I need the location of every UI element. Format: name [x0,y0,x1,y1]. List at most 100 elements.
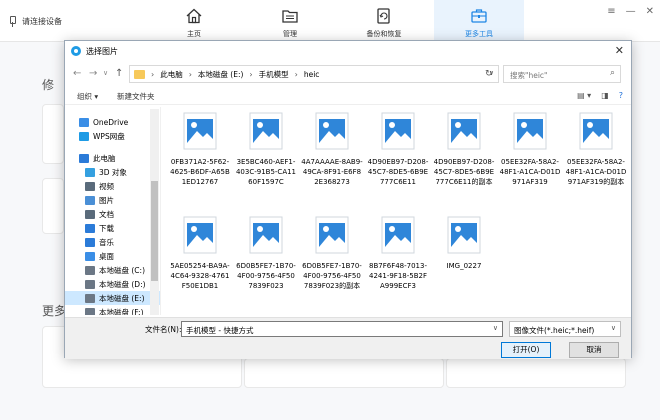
file-name: 4A7AAAAE-8AB9-49CA-8F91-E6F82E368273 [301,158,363,186]
nav-pane-item-label: 本地磁盘 (F:) [99,307,144,316]
app-header: 请连接设备 主页 管理 备份和恢复 更多工具 ≡ — ✕ [0,0,660,42]
filetype-select[interactable]: 图像文件(*.heic;*.heif) ∨ [509,321,621,337]
nav-pane-item[interactable]: 文档 [65,207,160,221]
image-file-icon [315,216,349,254]
nav-pane-item-label: 本地磁盘 (E:) [99,293,145,303]
cloud-icon [79,131,89,141]
nav-pane-item[interactable]: 本地磁盘 (D:) [65,277,160,291]
close-icon[interactable]: ✕ [646,6,654,17]
up-folder-icon[interactable]: ↑ [115,68,123,79]
breadcrumb-item[interactable]: 本地磁盘 (E:) [198,69,244,80]
image-file-icon [579,112,613,150]
recent-locations-icon[interactable]: ∨ [103,69,108,77]
nav-pane-item[interactable]: 3D 对象 [65,165,160,179]
menu-icon[interactable]: ≡ [607,6,615,17]
dialog-footer: 文件名(N): 手机模型 - 快捷方式 ∨ 图像文件(*.heic;*.heif… [65,317,631,359]
nav-pane-item[interactable]: 此电脑 [65,151,160,165]
filename-input[interactable]: 手机模型 - 快捷方式 ∨ [181,321,503,337]
tool-card[interactable] [244,358,444,388]
nav-pane-item[interactable]: WPS网盘 [65,129,160,143]
forward-icon[interactable]: → [89,68,97,79]
new-folder-button[interactable]: 新建文件夹 [117,91,155,102]
nav-pane-item[interactable]: 视频 [65,179,160,193]
filetype-value: 图像文件(*.heic;*.heif) [514,326,595,335]
file-item[interactable]: 6D0B5FE7-1B70-4F00-9756-4F507839F023的副本 [301,215,363,291]
filename-dropdown-icon[interactable]: ∨ [493,324,498,332]
breadcrumb-separator: › [249,69,253,79]
breadcrumb-item[interactable]: 此电脑 [160,69,183,80]
nav-more-tools[interactable]: 更多工具 [434,0,524,42]
organize-button[interactable]: 组织 ▾ [77,91,98,102]
app-logo-icon [71,46,81,56]
preview-pane-icon[interactable]: ◨ [601,91,609,100]
desktop-icon [85,251,95,261]
nav-more-tools-label: 更多工具 [465,30,493,38]
help-icon[interactable]: ? [619,91,623,100]
drive-icon [85,293,95,303]
file-item[interactable]: 3E5BC460-AEF1-403C-91B5-CA1160F1597C [235,111,297,187]
view-options-icon[interactable]: ▤ ▾ [577,91,591,100]
nav-pane-item[interactable]: 下载 [65,221,160,235]
search-input[interactable]: 搜索"heic" ⌕ [503,65,621,83]
file-item[interactable]: 6D0B5FE7-1B70-4F00-9756-4F507839F023 [235,215,297,291]
nav-home[interactable]: 主页 [162,0,226,42]
file-item[interactable]: 4A7AAAAE-8AB9-49CA-8F91-E6F82E368273 [301,111,363,187]
nav-pane-item[interactable]: 图片 [65,193,160,207]
cancel-button[interactable]: 取消 [569,342,619,358]
nav-manage-label: 管理 [283,30,297,38]
file-item[interactable]: 4D90EB97-D208-45C7-8DE5-6B9E777C6E11 [367,111,429,187]
open-button[interactable]: 打开(O) [501,342,551,358]
nav-backup[interactable]: 备份和恢复 [352,0,416,42]
section-heading-repair: 修 [42,78,55,92]
navigation-pane: OneDrive WPS网盘此电脑 3D 对象视频图片文档下载音乐 桌面本地磁盘 (C… [65,107,161,315]
device-status[interactable]: 请连接设备 [8,16,62,27]
nav-pane-item[interactable]: 本地磁盘 (F:) [65,305,160,316]
file-item[interactable]: 05EE32FA-58A2-48F1-A1CA-D01D971AF319的副本 [565,111,627,187]
file-name: 5AE05254-BA9A-4C64-9328-4761F50E1DB1 [170,262,230,290]
image-file-icon [249,112,283,150]
nav-pane-item[interactable]: 桌面 [65,249,160,263]
tool-card[interactable] [42,178,64,234]
nav-pane-item[interactable]: 本地磁盘 (E:) [65,291,160,305]
filetype-dropdown-icon[interactable]: ∨ [611,324,616,332]
nav-pane-item[interactable]: 本地磁盘 (C:) [65,263,160,277]
usb-icon [8,16,16,27]
image-file-icon [447,112,481,150]
nav-pane-item-label: 视频 [99,181,114,191]
refresh-icon[interactable]: ↻ [485,69,493,79]
file-item[interactable]: 0FB371A2-5F62-4625-B6DF-A65B1ED12767 [169,111,231,187]
toolbox-icon [471,9,487,23]
image-file-icon [381,112,415,150]
breadcrumb-item[interactable]: 手机模型 [259,69,289,80]
file-name: 05EE32FA-58A2-48F1-A1CA-D01D971AF319 [499,158,561,186]
address-bar[interactable]: › 此电脑 › 本地磁盘 (E:) › 手机模型 › heic ∨ [129,65,499,83]
file-item[interactable]: 5AE05254-BA9A-4C64-9328-4761F50E1DB1 [169,215,231,291]
tool-card[interactable] [446,358,626,388]
nav-pane-item-label: 文档 [99,209,114,219]
navigation-scrollbar[interactable] [150,109,159,315]
file-name: 05EE32FA-58A2-48F1-A1CA-D01D971AF319的副本 [565,158,627,186]
file-item[interactable]: IMG_0227 [433,215,495,271]
back-icon[interactable]: ← [73,68,81,79]
download-icon [85,223,95,233]
dialog-close-icon[interactable]: ✕ [615,44,624,57]
breadcrumb-item[interactable]: heic [304,70,320,79]
file-item[interactable]: 4D90EB97-D208-45C7-8DE5-6B9E777C6E11的副本 [433,111,495,187]
image-file-icon [249,216,283,254]
breadcrumb-separator: › [151,69,155,79]
view-controls: ▤ ▾ ◨ ? [577,91,623,100]
file-item[interactable]: 05EE32FA-58A2-48F1-A1CA-D01D971AF319 [499,111,561,187]
filename-label: 文件名(N): [145,325,182,334]
nav-pane-item[interactable]: 音乐 [65,235,160,249]
tool-card[interactable] [42,104,64,164]
nav-pane-item-label: 本地磁盘 (C:) [99,265,145,275]
dialog-toolbar: 组织 ▾ 新建文件夹 ▤ ▾ ◨ ? [65,87,631,105]
nav-pane-item[interactable]: OneDrive [65,115,160,129]
scrollbar-thumb[interactable] [151,181,158,281]
nav-pane-item-label: 下载 [99,223,114,233]
file-name: IMG_0227 [446,262,482,270]
file-item[interactable]: 8B7F6F48-7013-4241-9F18-5B2FA999ECF3 [367,215,429,291]
nav-manage[interactable]: 管理 [258,0,322,42]
minimize-icon[interactable]: — [626,6,636,17]
dialog-title-bar[interactable]: 选择图片 ✕ [65,41,631,61]
